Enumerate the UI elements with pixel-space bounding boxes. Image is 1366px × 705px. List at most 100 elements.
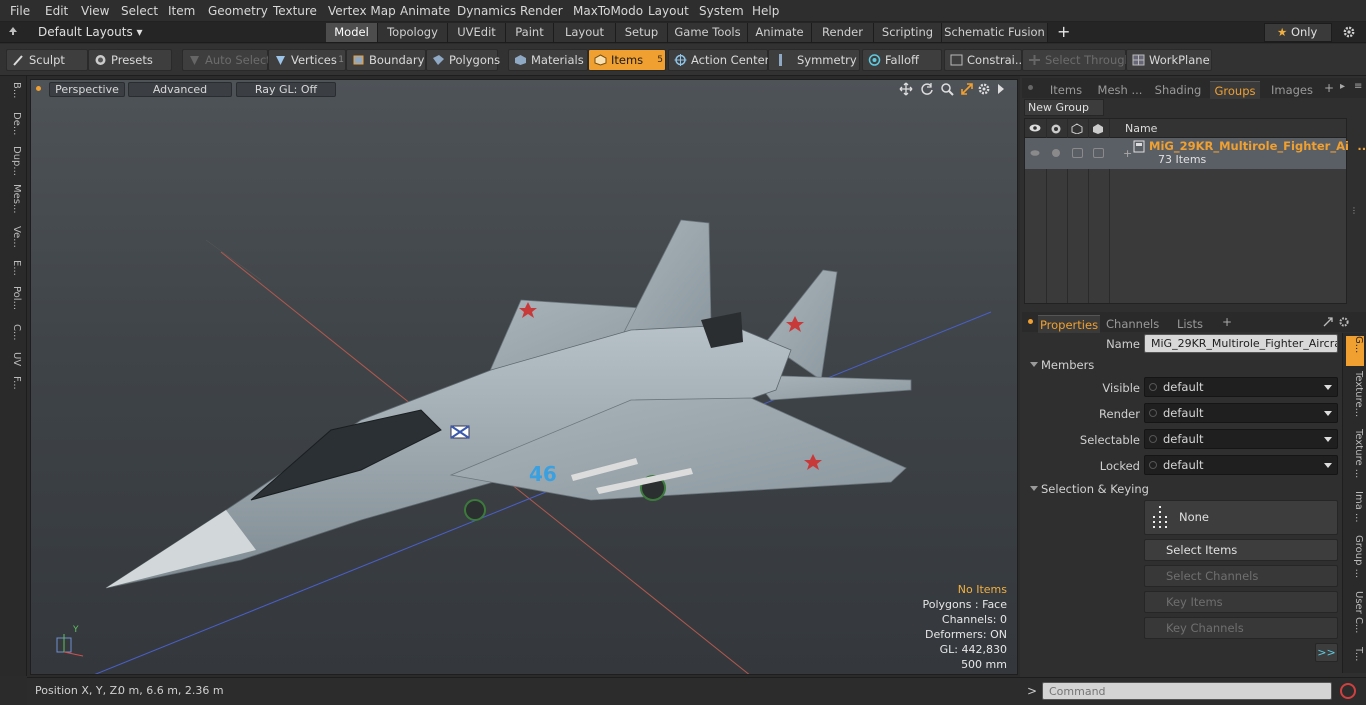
- menu-select[interactable]: Select: [121, 4, 158, 18]
- panel-gear-icon[interactable]: [1338, 316, 1350, 328]
- record-icon[interactable]: [1340, 683, 1356, 699]
- select-through-button[interactable]: Select Through: [1022, 49, 1132, 71]
- polygons-button[interactable]: Polygons: [426, 49, 500, 71]
- name-input[interactable]: MiG_29KR_Multirole_Fighter_Aircraft_: [1144, 334, 1338, 353]
- menu-dynamics[interactable]: Dynamics: [457, 4, 516, 18]
- items-button[interactable]: Items 5: [588, 49, 666, 71]
- new-group-button[interactable]: New Group: [1024, 99, 1104, 116]
- layout-arrow-icon[interactable]: [8, 26, 18, 36]
- row-selectable-checkbox[interactable]: [1072, 148, 1083, 158]
- boundary-button[interactable]: Boundary: [346, 49, 426, 71]
- menu-file[interactable]: File: [10, 4, 30, 18]
- menu-layout[interactable]: Layout: [648, 4, 689, 18]
- side-tab-g[interactable]: G...: [1346, 336, 1364, 366]
- render-icon[interactable]: [1050, 123, 1062, 134]
- tab-model[interactable]: Model: [326, 23, 378, 42]
- tab-lists[interactable]: Lists: [1166, 315, 1214, 333]
- tab-scripting[interactable]: Scripting: [874, 23, 942, 42]
- row-render-icon[interactable]: [1051, 148, 1061, 158]
- constraints-button[interactable]: Constrai...: [944, 49, 1026, 71]
- default-layouts-dropdown[interactable]: Default Layouts ▾: [38, 25, 143, 39]
- tab-groups[interactable]: Groups: [1210, 81, 1260, 99]
- left-tab-f[interactable]: F...: [4, 376, 22, 406]
- row-locked-checkbox[interactable]: [1093, 148, 1104, 158]
- tab-schematic-fusion[interactable]: Schematic Fusion: [942, 23, 1048, 42]
- symmetry-button[interactable]: Symmetry: [768, 49, 860, 71]
- render-dropdown[interactable]: default: [1144, 403, 1338, 423]
- side-tab-user-c[interactable]: User C...: [1346, 591, 1364, 643]
- tab-render[interactable]: Render: [812, 23, 874, 42]
- menu-render[interactable]: Render: [520, 4, 563, 18]
- selection-keying-section[interactable]: Selection & Keying: [1030, 482, 1149, 496]
- selectable-icon[interactable]: [1071, 123, 1083, 134]
- lock-icon[interactable]: [1092, 123, 1104, 134]
- tab-shading[interactable]: Shading: [1150, 81, 1206, 99]
- tab-images[interactable]: Images: [1266, 81, 1318, 99]
- materials-button[interactable]: Materials: [508, 49, 588, 71]
- left-tab-uv[interactable]: UV: [4, 352, 22, 372]
- menu-texture[interactable]: Texture: [273, 4, 317, 18]
- left-tab-pol[interactable]: Pol...: [4, 286, 22, 320]
- sculpt-button[interactable]: Sculpt: [6, 49, 88, 71]
- menu-animate[interactable]: Animate: [400, 4, 450, 18]
- row-eye-icon[interactable]: [1030, 149, 1040, 157]
- maximize-panel-icon[interactable]: [1322, 316, 1334, 328]
- presets-button[interactable]: Presets: [88, 49, 172, 71]
- locked-dropdown[interactable]: default: [1144, 455, 1338, 475]
- key-channels-button[interactable]: Key Channels: [1144, 617, 1338, 639]
- left-tab-dup[interactable]: Dup...: [4, 146, 22, 180]
- panel-menu-icon[interactable]: ≡: [1354, 81, 1362, 92]
- members-section[interactable]: Members: [1030, 358, 1094, 372]
- command-input[interactable]: [1042, 682, 1332, 700]
- tab-layout[interactable]: Layout: [554, 23, 616, 42]
- left-tab-ve[interactable]: Ve...: [4, 226, 22, 256]
- tab-uvedit[interactable]: UVEdit: [448, 23, 506, 42]
- group-row[interactable]: + MiG_29KR_Multirole_Fighter_Ai ... 73 I…: [1025, 138, 1366, 169]
- more-button[interactable]: >>: [1315, 643, 1338, 662]
- side-tab-ima[interactable]: Ima ...: [1346, 491, 1364, 531]
- tab-properties[interactable]: Properties: [1038, 315, 1100, 333]
- side-tab-group[interactable]: Group ...: [1346, 535, 1364, 587]
- vertices-button[interactable]: Vertices 1: [268, 49, 346, 71]
- side-tab-texture-2[interactable]: Texture ...: [1346, 429, 1364, 487]
- none-selection-set-button[interactable]: None: [1144, 500, 1338, 535]
- auto-select-button[interactable]: Auto Select: [182, 49, 271, 71]
- tab-items[interactable]: Items: [1042, 81, 1090, 99]
- tab-mesh[interactable]: Mesh ...: [1094, 81, 1146, 99]
- menu-geometry[interactable]: Geometry: [208, 4, 268, 18]
- falloff-button[interactable]: Falloff: [862, 49, 942, 71]
- menu-vertex-map[interactable]: Vertex Map: [328, 4, 396, 18]
- menu-edit[interactable]: Edit: [45, 4, 68, 18]
- left-tab-c[interactable]: C...: [4, 324, 22, 348]
- menu-view[interactable]: View: [81, 4, 109, 18]
- selectable-dropdown[interactable]: default: [1144, 429, 1338, 449]
- left-tab-de[interactable]: De...: [4, 112, 22, 142]
- tab-animate[interactable]: Animate: [748, 23, 812, 42]
- tab-setup[interactable]: Setup: [616, 23, 668, 42]
- viewport-3d[interactable]: Perspective Advanced Ray GL: Off 46 Y No…: [30, 79, 1018, 675]
- tab-game-tools[interactable]: Game Tools: [668, 23, 748, 42]
- menu-maxtomodo[interactable]: MaxToModo: [573, 4, 643, 18]
- select-items-button[interactable]: Select Items: [1144, 539, 1338, 561]
- left-tab-b[interactable]: B...: [4, 82, 22, 106]
- panel-more-icon[interactable]: ▸: [1340, 81, 1345, 92]
- action-center-button[interactable]: Action Center: [668, 49, 769, 71]
- left-tab-mes[interactable]: Mes...: [4, 184, 22, 222]
- add-panel-tab-icon[interactable]: +: [1324, 81, 1334, 95]
- side-tab-texture-1[interactable]: Texture...: [1346, 371, 1364, 425]
- key-items-button[interactable]: Key Items: [1144, 591, 1338, 613]
- menu-item[interactable]: Item: [168, 4, 195, 18]
- add-panel-tab-icon[interactable]: +: [1222, 315, 1232, 329]
- left-tab-e[interactable]: E...: [4, 260, 22, 284]
- expand-icon[interactable]: +: [1123, 147, 1132, 160]
- side-tab-t[interactable]: T...: [1346, 647, 1364, 671]
- workplane-button[interactable]: WorkPlane: [1126, 49, 1212, 71]
- tab-paint[interactable]: Paint: [506, 23, 554, 42]
- menu-help[interactable]: Help: [752, 4, 779, 18]
- group-list-scrollbar[interactable]: ⋮: [1348, 118, 1358, 304]
- select-channels-button[interactable]: Select Channels: [1144, 565, 1338, 587]
- add-tab-button[interactable]: +: [1057, 22, 1070, 41]
- tab-topology[interactable]: Topology: [378, 23, 448, 42]
- eye-icon[interactable]: [1029, 123, 1041, 133]
- tab-channels[interactable]: Channels: [1106, 315, 1159, 333]
